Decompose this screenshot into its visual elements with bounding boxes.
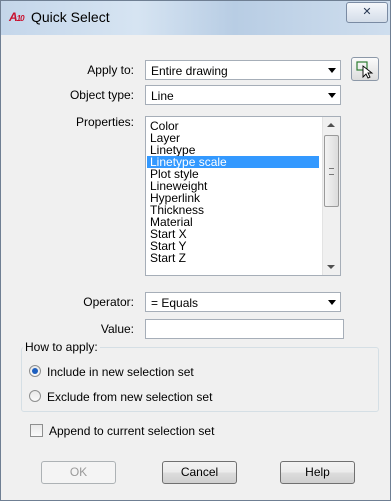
- close-icon: ✕: [362, 6, 372, 18]
- ok-button[interactable]: OK: [41, 461, 116, 484]
- dialog-content: Apply to: Entire drawing Object type: Li…: [9, 35, 382, 494]
- apply-to-value: Entire drawing: [151, 64, 228, 78]
- object-type-dropdown[interactable]: Line: [145, 85, 341, 105]
- close-button[interactable]: ✕: [346, 2, 388, 23]
- scroll-thumb[interactable]: [324, 135, 339, 207]
- list-item[interactable]: Start Z: [147, 252, 319, 264]
- chevron-down-icon: [328, 68, 336, 73]
- append-label[interactable]: Append to current selection set: [49, 424, 214, 438]
- object-type-value: Line: [151, 89, 174, 103]
- include-label[interactable]: Include in new selection set: [47, 365, 194, 379]
- select-objects-icon: [356, 61, 374, 79]
- object-type-label: Object type:: [69, 88, 134, 102]
- cancel-button[interactable]: Cancel: [162, 461, 237, 484]
- chevron-down-icon: [328, 300, 336, 305]
- properties-scrollbar[interactable]: [322, 117, 340, 275]
- exclude-label[interactable]: Exclude from new selection set: [47, 390, 212, 404]
- autocad-app-icon: A10: [9, 10, 25, 24]
- select-objects-button[interactable]: [351, 57, 379, 81]
- title-bar[interactable]: A10 Quick Select ✕: [1, 1, 390, 35]
- window-title: Quick Select: [31, 9, 110, 25]
- operator-value: = Equals: [151, 296, 199, 310]
- chevron-down-icon: [328, 93, 336, 98]
- apply-to-dropdown[interactable]: Entire drawing: [145, 60, 341, 80]
- scroll-down-icon[interactable]: [327, 265, 335, 269]
- value-label: Value:: [100, 322, 134, 336]
- grip-icon: [329, 168, 334, 175]
- value-input[interactable]: [145, 319, 344, 339]
- append-checkbox[interactable]: [30, 424, 43, 437]
- include-radio[interactable]: [29, 365, 41, 377]
- operator-label: Operator:: [83, 295, 134, 309]
- properties-listbox[interactable]: Color Layer Linetype Linetype scale Plot…: [145, 116, 341, 276]
- operator-dropdown[interactable]: = Equals: [145, 292, 341, 312]
- how-to-apply-label: How to apply:: [23, 340, 100, 354]
- help-button[interactable]: Help: [280, 461, 355, 484]
- scroll-up-icon[interactable]: [327, 123, 335, 127]
- properties-label: Properties:: [75, 115, 134, 129]
- apply-to-label: Apply to:: [87, 63, 134, 77]
- exclude-radio[interactable]: [29, 390, 41, 402]
- quick-select-dialog: A10 Quick Select ✕ Apply to: Entire draw…: [0, 0, 391, 501]
